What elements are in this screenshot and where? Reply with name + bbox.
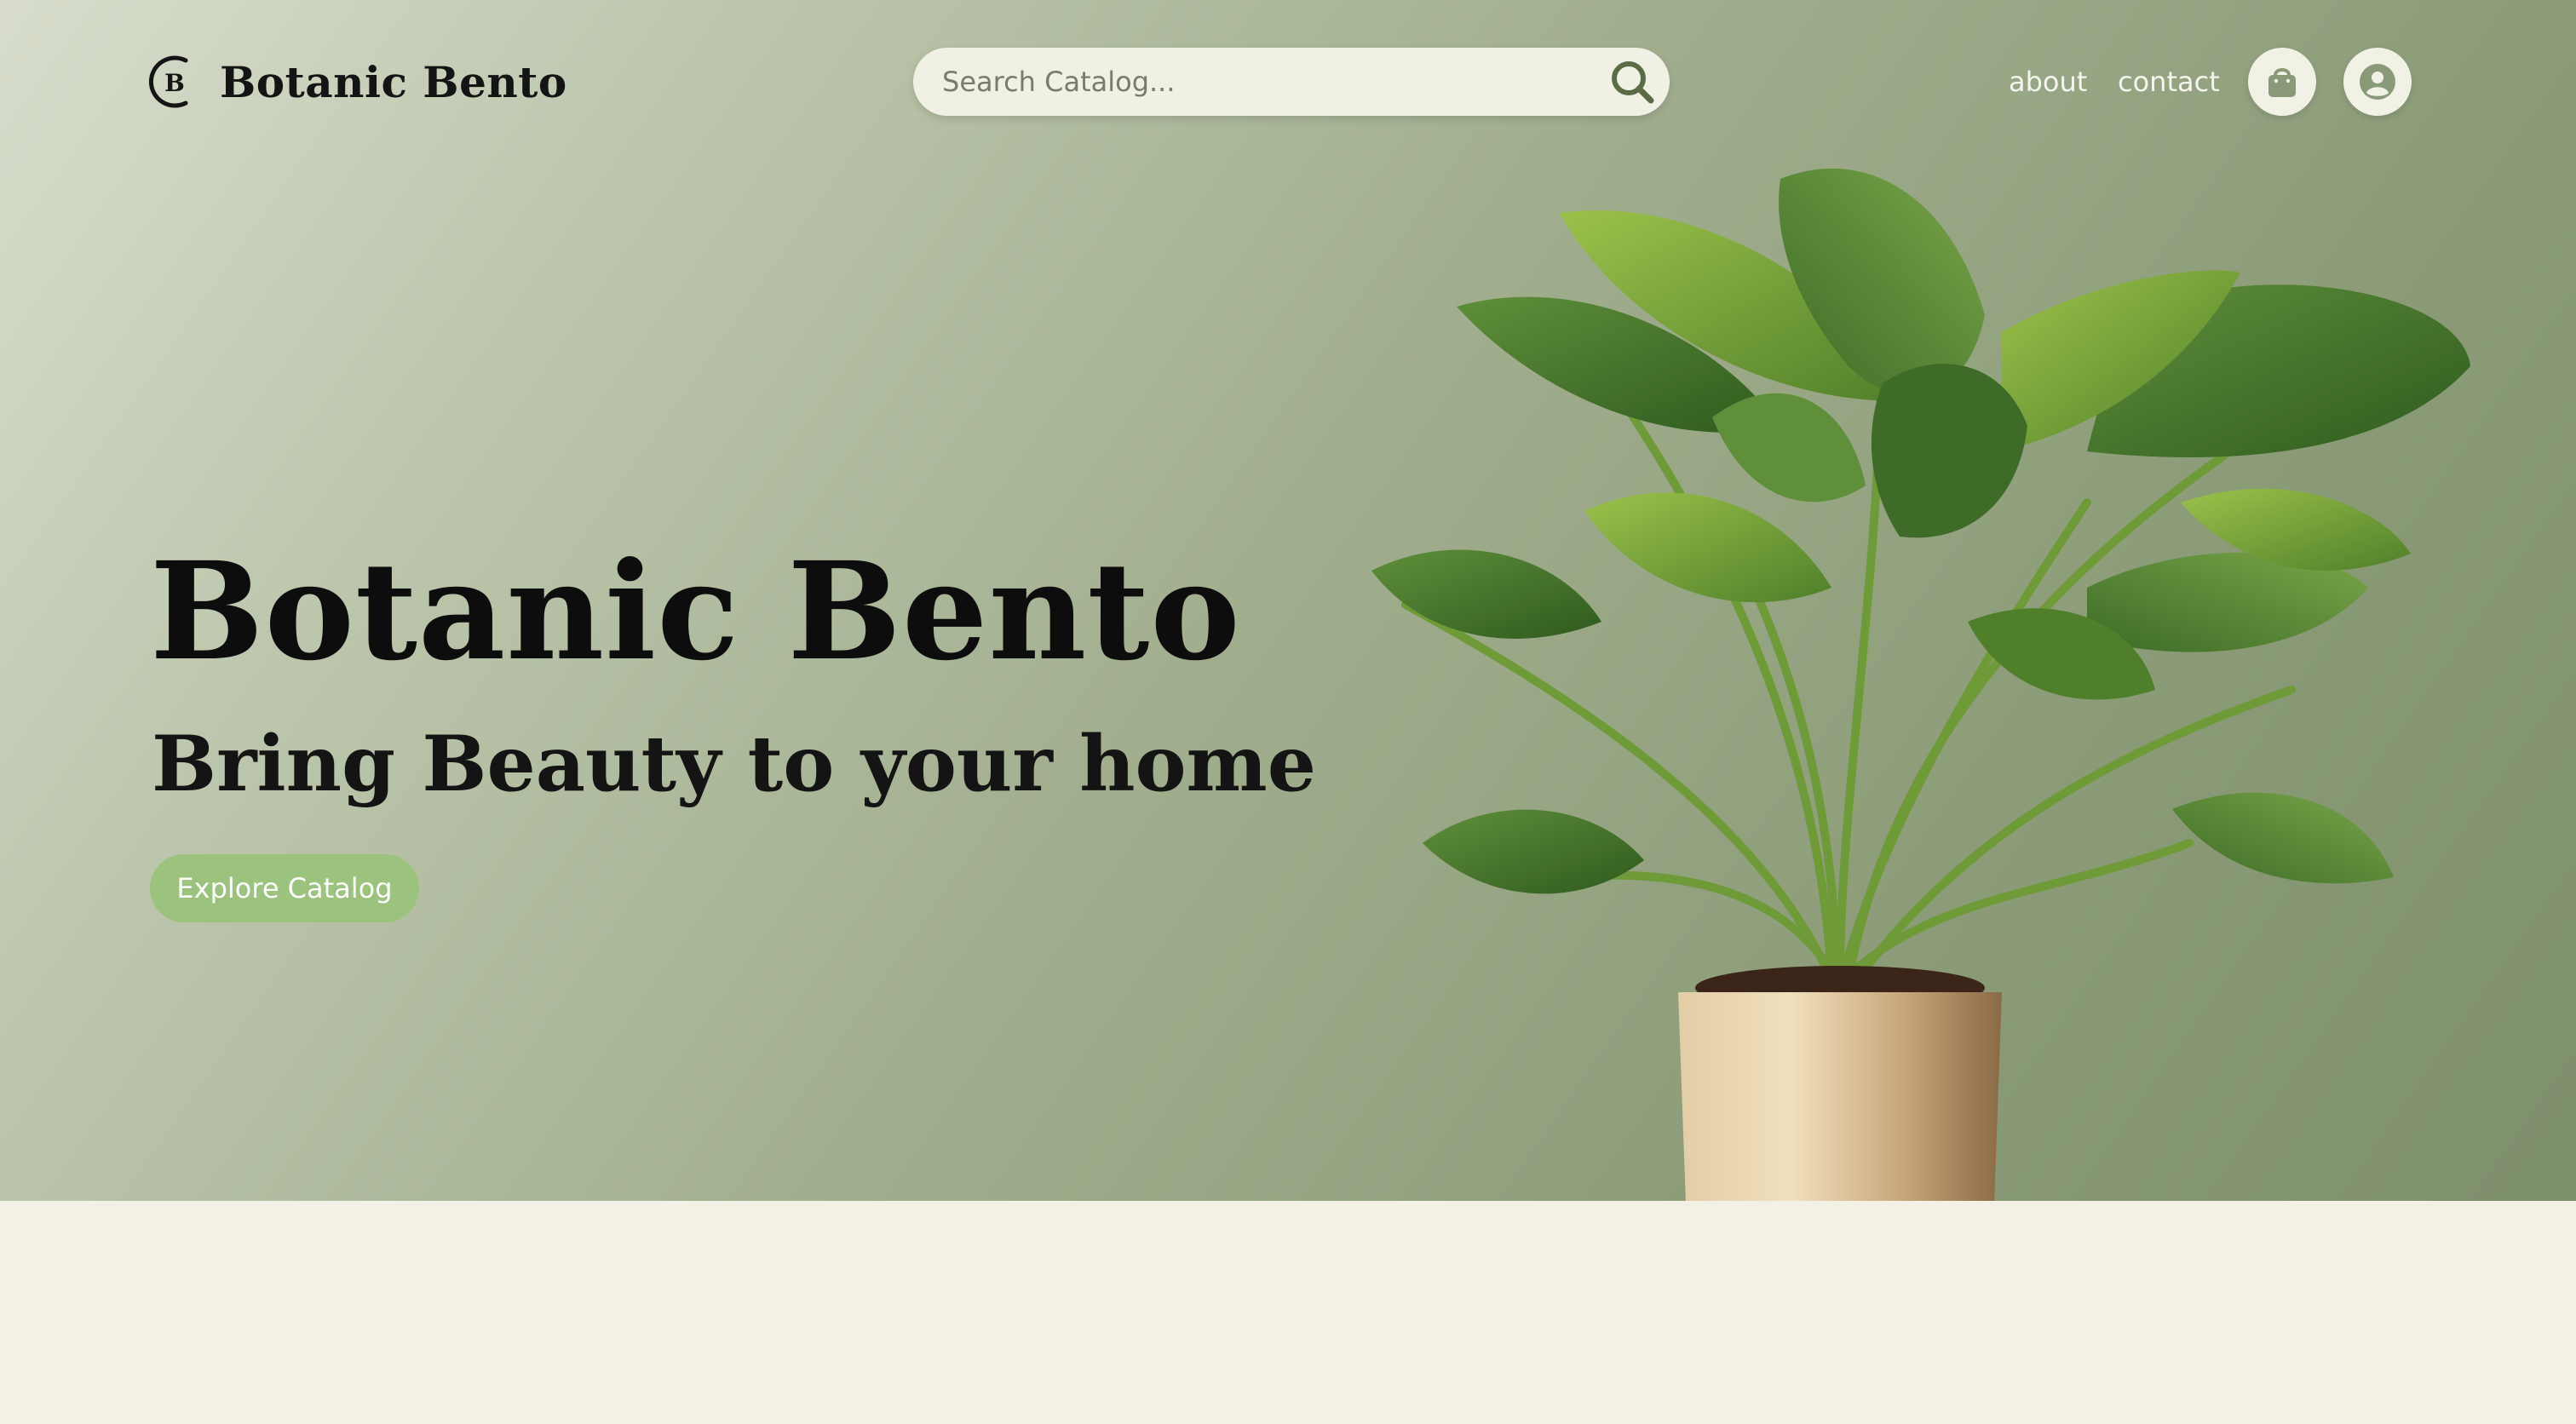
logo-mark-icon: B xyxy=(148,55,188,108)
account-button[interactable] xyxy=(2343,48,2412,116)
floor-section xyxy=(0,1201,2576,1424)
nav-contact-link-wrap: contact xyxy=(2118,48,2220,116)
potted-plant-image xyxy=(1371,168,2470,1201)
nav-about-link-wrap: about xyxy=(2009,48,2087,116)
user-account-icon xyxy=(2360,64,2395,100)
brand-logo[interactable]: B Botanic Bento xyxy=(148,49,567,114)
hero-subtitle: Bring Beauty to your home xyxy=(152,719,1317,809)
brand-name: Botanic Bento xyxy=(220,56,567,107)
search-bar xyxy=(913,48,1670,116)
explore-catalog-button[interactable]: Explore Catalog xyxy=(150,854,419,922)
search-input[interactable] xyxy=(940,65,1574,99)
hero-section: B Botanic Bento about contact Botanic xyxy=(0,0,2576,1201)
nav-contact-link[interactable]: contact xyxy=(2118,66,2220,98)
hero-title: Botanic Bento xyxy=(150,533,1241,691)
nav-about-link[interactable]: about xyxy=(2009,66,2087,98)
shopping-bag-icon xyxy=(2268,68,2296,97)
search-icon[interactable] xyxy=(1607,56,1658,107)
logo-letter: B xyxy=(164,69,185,97)
cart-button[interactable] xyxy=(2248,48,2316,116)
